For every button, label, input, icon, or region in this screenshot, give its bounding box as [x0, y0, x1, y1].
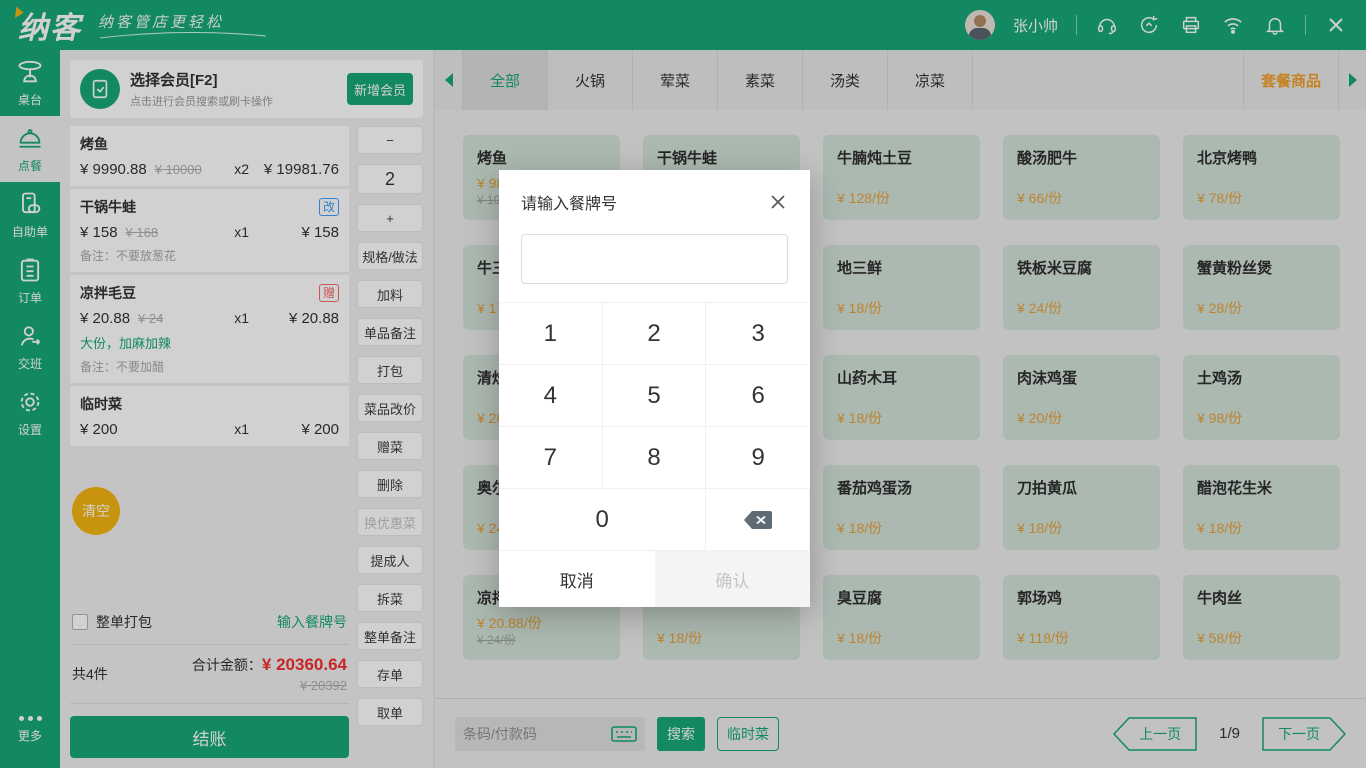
key-7[interactable]: 7 [499, 427, 603, 489]
numeric-keypad: 1 2 3 4 5 6 7 8 9 0 [499, 302, 810, 551]
key-1[interactable]: 1 [499, 303, 603, 365]
backspace-icon [743, 509, 773, 531]
dialog-title: 请输入餐牌号 [521, 190, 617, 214]
cancel-button[interactable]: 取消 [499, 551, 655, 607]
key-2[interactable]: 2 [603, 303, 707, 365]
key-6[interactable]: 6 [706, 365, 810, 427]
card-number-dialog: 请输入餐牌号 1 2 3 4 5 6 7 8 9 0 取消 确认 [499, 170, 810, 607]
key-9[interactable]: 9 [706, 427, 810, 489]
key-0[interactable]: 0 [499, 489, 706, 551]
card-number-input[interactable] [521, 234, 788, 284]
backspace-key[interactable] [706, 489, 810, 551]
dialog-close-icon[interactable] [768, 192, 788, 212]
key-3[interactable]: 3 [706, 303, 810, 365]
key-5[interactable]: 5 [603, 365, 707, 427]
key-4[interactable]: 4 [499, 365, 603, 427]
key-8[interactable]: 8 [603, 427, 707, 489]
confirm-button: 确认 [655, 551, 811, 607]
